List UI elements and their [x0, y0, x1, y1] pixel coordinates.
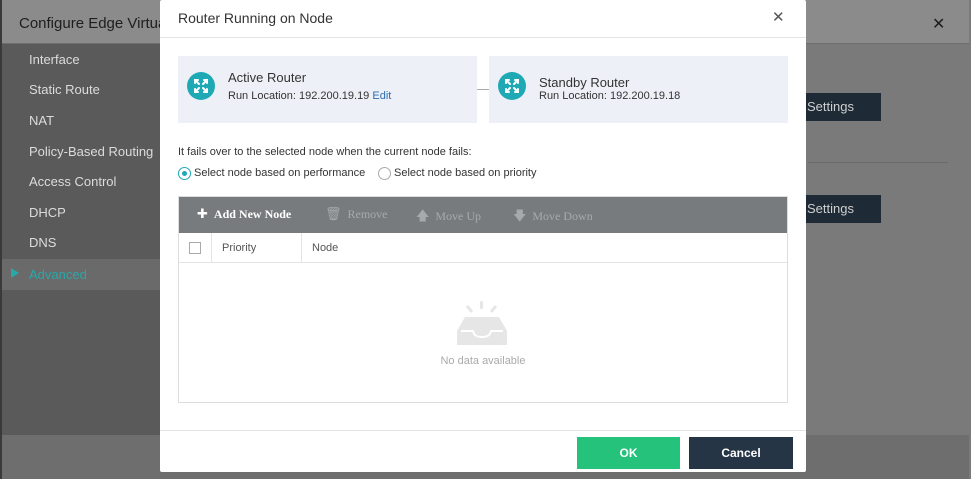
modal-header: Router Running on Node ✕ [160, 0, 806, 38]
router-running-on-node-modal: Router Running on Node ✕ Active Router R… [160, 0, 806, 472]
add-new-node-label: Add New Node [213, 207, 292, 221]
sidebar-item-access-control[interactable]: Access Control [29, 174, 116, 189]
column-divider [301, 233, 302, 263]
active-router-name: Active Router [228, 70, 307, 85]
column-divider [211, 233, 212, 263]
trash-icon: 🗑 [325, 207, 342, 222]
radio-label-performance[interactable]: Select node based on performance [194, 167, 365, 179]
column-header-node[interactable]: Node [312, 242, 338, 254]
move-up-label: Move Up [435, 209, 482, 223]
sidebar-item-dns[interactable]: DNS [29, 235, 56, 250]
run-location-value: 192.200.19.18 [609, 90, 681, 102]
background-dialog-title: Configure Edge Virtua [19, 15, 167, 32]
expand-arrow-icon [11, 268, 19, 278]
add-new-node-button[interactable]: ✚ Add New Node [197, 207, 291, 222]
table-header: Priority Node [179, 233, 787, 263]
background-settings-button-2[interactable]: Settings [805, 195, 881, 223]
background-sidebar: Interface Static Route NAT Policy-Based … [2, 44, 160, 435]
router-connector-line [477, 89, 489, 90]
active-router-card: Active Router Run Location: 192.200.19.1… [178, 56, 477, 123]
empty-inbox-icon [457, 301, 507, 345]
run-location-label: Run Location: [228, 90, 296, 102]
column-header-priority[interactable]: Priority [222, 242, 256, 254]
move-down-label: Move Down [532, 209, 593, 223]
edit-link[interactable]: Edit [372, 90, 391, 102]
sidebar-item-static-route[interactable]: Static Route [29, 82, 100, 97]
sidebar-item-nat[interactable]: NAT [29, 113, 54, 128]
radio-button-unchecked[interactable] [378, 167, 391, 180]
background-close-icon[interactable]: ✕ [932, 14, 945, 34]
select-all-checkbox[interactable] [189, 242, 201, 254]
node-table-panel: ✚ Add New Node 🗑 Remove 🡅 Move Up 🡇 Move Dow… [178, 196, 788, 403]
sidebar-item-interface[interactable]: Interface [29, 52, 80, 67]
sidebar-item-dhcp[interactable]: DHCP [29, 205, 66, 220]
router-icon [498, 72, 526, 100]
sidebar-item-advanced[interactable]: Advanced [2, 259, 160, 290]
empty-state-text: No data available [440, 355, 526, 367]
background-settings-button[interactable]: Settings [805, 93, 881, 121]
arrow-up-icon: 🡅 [416, 209, 430, 224]
modal-footer: OK Cancel [160, 430, 806, 472]
table-toolbar: ✚ Add New Node 🗑 Remove 🡅 Move Up 🡇 Move Dow… [179, 197, 787, 233]
radio-label-priority[interactable]: Select node based on priority [394, 167, 536, 179]
radio-button-checked[interactable] [178, 167, 191, 180]
standby-router-location: Run Location: 192.200.19.18 [539, 90, 680, 102]
standby-router-card: Standby Router Run Location: 192.200.19.… [489, 56, 788, 123]
cancel-button[interactable]: Cancel [689, 437, 793, 469]
background-divider [808, 162, 948, 163]
arrow-down-icon: 🡇 [513, 209, 527, 224]
close-icon[interactable]: ✕ [772, 10, 785, 25]
failover-description: It fails over to the selected node when … [178, 146, 472, 158]
sidebar-item-policy-based-routing[interactable]: Policy-Based Routing [29, 144, 153, 159]
run-location-value: 192.200.19.19 [298, 90, 370, 102]
ok-button[interactable]: OK [577, 437, 680, 469]
plus-icon: ✚ [197, 207, 208, 222]
move-down-button[interactable]: 🡇 Move Down [513, 207, 593, 229]
sidebar-item-advanced-label: Advanced [29, 267, 87, 282]
active-router-location: Run Location: 192.200.19.19 Edit [228, 90, 391, 102]
remove-button[interactable]: 🗑 Remove [325, 207, 388, 222]
modal-title: Router Running on Node [178, 10, 333, 26]
run-location-label: Run Location: [539, 90, 607, 102]
move-up-button[interactable]: 🡅 Move Up [416, 207, 481, 229]
router-icon [187, 72, 215, 100]
remove-label: Remove [347, 207, 388, 221]
standby-router-name: Standby Router [539, 75, 630, 90]
